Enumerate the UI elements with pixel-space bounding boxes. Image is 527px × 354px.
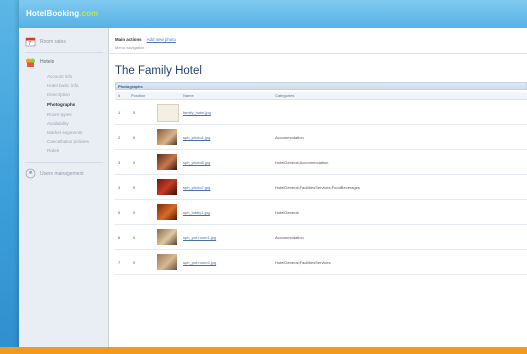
sidebar-item-label: Users management — [40, 170, 84, 177]
row-number: 3 — [118, 160, 121, 165]
photo-categories: Accommodation — [275, 135, 304, 140]
main-actions-label: Main actions — [115, 37, 142, 42]
row-position: 0 — [133, 110, 136, 115]
photo-name-link[interactable]: sph_photo5.jpg — [183, 160, 210, 165]
sidebar-subitem-account-info[interactable]: Account info — [47, 74, 72, 79]
photo-name-link[interactable]: family_hotel.jpg — [183, 110, 211, 115]
page-title: The Family Hotel — [115, 65, 202, 77]
divider — [109, 53, 527, 54]
row-position: 0 — [133, 135, 136, 140]
users-icon — [25, 168, 36, 179]
sidebar-subitem-photographs[interactable]: Photographs — [47, 102, 75, 107]
photo-categories: HotelGeneral;FacilitiesServices — [275, 260, 331, 265]
menu-navigation[interactable]: Menu navigation — [115, 45, 144, 50]
photo-thumbnail[interactable] — [157, 129, 177, 145]
table-row[interactable]: 7 0 sph_pot.room2.jpg HotelGeneral;Facil… — [115, 250, 527, 275]
table-row[interactable]: 3 0 sph_photo5.jpg HotelGeneral;Accommod… — [115, 150, 527, 175]
photo-name-link[interactable]: sph_lobby1.jpg — [183, 210, 210, 215]
sidebar-item-users-management[interactable]: Users management — [25, 168, 84, 179]
table-row[interactable]: 2 0 sph_photo1.jpg Accommodation — [115, 125, 527, 150]
row-position: 0 — [133, 160, 136, 165]
sidebar-subitem-description[interactable]: Description — [47, 92, 70, 97]
logo-text: HotelBooking — [26, 9, 80, 18]
section-header: Photographs — [115, 82, 527, 90]
accent-bar — [0, 347, 527, 354]
sidebar-item-room-rates[interactable]: 7 Room rates — [25, 36, 66, 47]
sidebar-item-label: Hotels — [40, 59, 55, 65]
photo-name-link[interactable]: sph_pot.room1.jpg — [183, 235, 216, 240]
hotels-icon — [25, 57, 36, 68]
row-number: 1 — [118, 110, 121, 115]
sidebar-subitem-availability[interactable]: Availability — [47, 121, 69, 126]
photo-categories: HotelGeneral;FacilitiesServices;FoodBeve… — [275, 185, 360, 190]
logo-suffix: .com — [79, 9, 99, 18]
sidebar-item-hotels[interactable]: Hotels — [25, 57, 54, 68]
row-position: 0 — [133, 185, 136, 190]
photo-name-link[interactable]: sph_pot.room2.jpg — [183, 260, 216, 265]
sidebar-subitem-room-types[interactable]: Room types — [47, 112, 72, 117]
row-position: 0 — [133, 210, 136, 215]
sidebar-subitem-cancellation-policies[interactable]: Cancellation policies — [47, 139, 89, 144]
photo-thumbnail[interactable] — [157, 204, 177, 220]
calendar-icon: 7 — [25, 36, 36, 47]
divider — [25, 52, 103, 53]
divider — [25, 162, 103, 163]
add-photo-link[interactable]: Add new photo — [147, 37, 176, 42]
main-actions-bar: Main actions Add new photo — [115, 37, 176, 42]
row-position: 0 — [133, 235, 136, 240]
table-header: # Position Name Categories — [115, 92, 527, 100]
sidebar: 7 Room rates Hotels Account info Hotel b… — [19, 28, 109, 347]
photo-thumbnail[interactable] — [157, 254, 177, 270]
main-content: Main actions Add new photo Menu navigatio… — [109, 28, 527, 347]
table-row[interactable]: 6 0 sph_pot.room1.jpg Accommodation — [115, 225, 527, 250]
row-number: 2 — [118, 135, 121, 140]
photo-name-link[interactable]: sph_photo1.jpg — [183, 135, 210, 140]
column-header-categories[interactable]: Categories — [275, 93, 294, 98]
column-header-name[interactable]: Name — [183, 93, 194, 98]
sidebar-item-label: Room rates — [40, 38, 66, 45]
row-position: 0 — [133, 260, 136, 265]
svg-text:7: 7 — [28, 41, 31, 47]
column-header-number[interactable]: # — [118, 93, 120, 98]
row-number: 5 — [118, 210, 121, 215]
photo-thumbnail[interactable] — [157, 104, 179, 122]
sidebar-subitem-rates[interactable]: Rates — [47, 148, 59, 153]
column-header-position[interactable]: Position — [131, 93, 145, 98]
top-bar: HotelBooking.com — [19, 0, 527, 28]
sidebar-subitem-hotel-basic-info[interactable]: Hotel basic info — [47, 83, 78, 88]
photo-categories: Accommodation — [275, 235, 304, 240]
table-row[interactable]: 4 0 sph_photo7.jpg HotelGeneral;Faciliti… — [115, 175, 527, 200]
row-number: 6 — [118, 235, 121, 240]
table-row[interactable]: 1 0 family_hotel.jpg — [115, 100, 527, 125]
row-number: 4 — [118, 185, 121, 190]
logo[interactable]: HotelBooking.com — [26, 9, 106, 21]
photo-categories: HotelGeneral;Accommodation — [275, 160, 329, 165]
photo-name-link[interactable]: sph_photo7.jpg — [183, 185, 210, 190]
photo-thumbnail[interactable] — [157, 154, 177, 170]
sidebar-subitem-market-segments[interactable]: Market segments — [47, 130, 82, 135]
table-row[interactable]: 5 0 sph_lobby1.jpg HotelGeneral — [115, 200, 527, 225]
photo-thumbnail[interactable] — [157, 179, 177, 195]
photo-thumbnail[interactable] — [157, 229, 177, 245]
row-number: 7 — [118, 260, 121, 265]
app-window: HotelBooking.com 7 Room rates Hotels Acc… — [19, 0, 527, 347]
photo-categories: HotelGeneral — [275, 210, 299, 215]
